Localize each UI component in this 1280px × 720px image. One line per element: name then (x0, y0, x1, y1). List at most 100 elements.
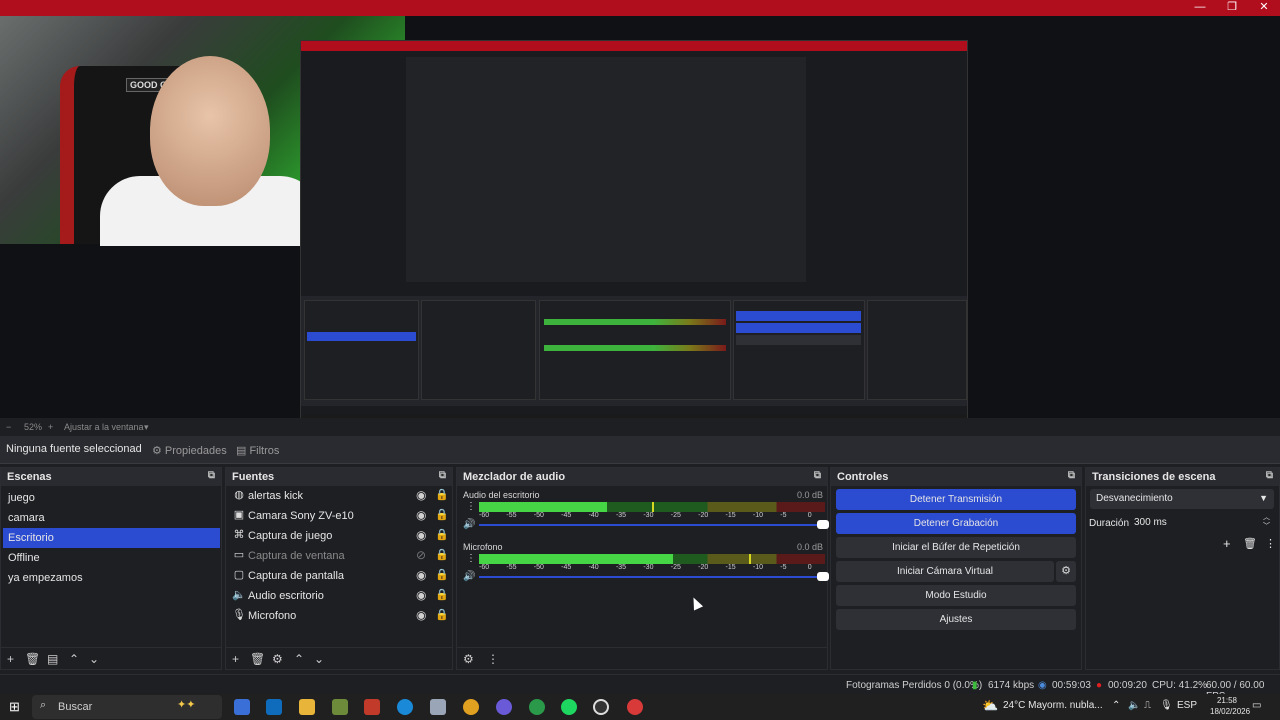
speaker-icon[interactable]: 🔊 (463, 519, 475, 530)
settings-button[interactable]: Ajustes (836, 609, 1076, 630)
restore-icon[interactable]: ❐ (1216, 0, 1248, 16)
move-down-icon[interactable]: ⌄ (89, 652, 99, 666)
move-up-icon[interactable]: ⌃ (69, 652, 79, 666)
fit-dropdown-icon[interactable]: ▾ (144, 422, 149, 433)
transition-select[interactable]: Desvanecimiento ▼ (1090, 489, 1274, 509)
lock-icon[interactable]: 🔒 (435, 588, 449, 601)
mic-icon[interactable]: 🎙 (1160, 700, 1173, 711)
move-up-icon[interactable]: ⌃ (294, 652, 304, 666)
undock-icon[interactable]: ⧉ (208, 470, 215, 481)
scene-item-ya-empezamos[interactable]: ya empezamos (3, 568, 220, 588)
taskbar-search[interactable]: ⌕ Buscar ✦✦ (32, 695, 222, 719)
source-item[interactable]: ◍ alertas kick ◉ 🔒 (228, 486, 449, 506)
source-item[interactable]: ▭ Captura de ventana ⊘ 🔒 (228, 546, 449, 566)
more-vertical-icon[interactable]: ⋮ (1265, 537, 1276, 550)
chrome-red-icon[interactable] (627, 699, 643, 715)
scene-item-camara[interactable]: camara (3, 508, 220, 528)
zoom-in-icon[interactable]: + (48, 422, 53, 432)
obs-icon[interactable] (593, 699, 609, 715)
fit-to-window[interactable]: Ajustar a la ventana (64, 422, 144, 432)
scene-item-escritorio[interactable]: Escritorio (3, 528, 220, 548)
lock-icon[interactable]: 🔒 (435, 608, 449, 621)
spotify-icon[interactable] (561, 699, 577, 715)
undock-icon[interactable]: ⧉ (814, 470, 821, 481)
lock-icon[interactable]: 🔒 (435, 528, 449, 541)
chevron-up-icon[interactable]: ⌃ (1112, 700, 1120, 711)
lock-icon[interactable]: 🔒 (435, 488, 449, 501)
weather-text[interactable]: 24°C Mayorm. nubla... (1003, 700, 1103, 711)
source-item[interactable]: 🎙 Microfono ◉ 🔒 (228, 606, 449, 626)
close-icon[interactable]: ✕ (1248, 0, 1280, 16)
weather-icon[interactable]: ⛅ (982, 698, 998, 714)
virtual-camera-button[interactable]: Iniciar Cámara Virtual (836, 561, 1054, 582)
filters-button[interactable]: ▤ Filtros (228, 441, 287, 459)
advanced-audio-icon[interactable]: ⚙ (463, 652, 474, 666)
gear-icon[interactable]: ⚙ (1056, 561, 1076, 582)
search-placeholder: Buscar (58, 701, 93, 713)
source-item[interactable]: ▢ Captura de pantalla ◉ 🔒 (228, 566, 449, 586)
copilot-icon[interactable] (234, 699, 250, 715)
eye-icon[interactable]: ◉ (416, 588, 426, 602)
zoom-out-icon[interactable]: − (6, 422, 11, 432)
eye-icon[interactable]: ◉ (416, 528, 426, 542)
speaker-icon[interactable]: 🔊 (463, 571, 475, 582)
language-indicator[interactable]: ESP (1177, 700, 1197, 711)
slider-knob[interactable] (817, 520, 829, 529)
stop-recording-button[interactable]: Detener Grabación (836, 513, 1076, 534)
winrar-icon[interactable] (364, 699, 380, 715)
undock-icon[interactable]: ⧉ (1266, 470, 1273, 481)
notification-icon[interactable]: ▭ (1252, 700, 1261, 711)
source-item[interactable]: 🔈 Audio escritorio ◉ 🔒 (228, 586, 449, 606)
add-icon[interactable]: + (7, 652, 14, 666)
eye-icon[interactable]: ◉ (416, 608, 426, 622)
eye-hidden-icon[interactable]: ⊘ (416, 548, 426, 562)
slider-knob[interactable] (817, 572, 829, 581)
add-icon[interactable]: + (1223, 536, 1231, 551)
trash-icon[interactable]: 🗑 (25, 652, 40, 666)
edge-icon[interactable] (397, 699, 413, 715)
source-item[interactable]: ⌘ Captura de juego ◉ 🔒 (228, 526, 449, 546)
speaker-icon[interactable]: 🔈 (1128, 700, 1140, 711)
scene-item-offline[interactable]: Offline (3, 548, 220, 568)
more-vertical-icon[interactable]: ⋮ (466, 501, 476, 512)
add-icon[interactable]: + (232, 652, 239, 666)
eye-icon[interactable]: ◉ (416, 568, 426, 582)
stepper-icon[interactable]: ︿ ﹀ (1263, 513, 1270, 531)
minimize-icon[interactable]: — (1184, 0, 1216, 16)
more-vertical-icon[interactable]: ⋮ (466, 553, 476, 564)
notepad-icon[interactable] (430, 699, 446, 715)
properties-button[interactable]: ⚙ Propiedades (144, 441, 235, 459)
stop-stream-button[interactable]: Detener Transmisión (836, 489, 1076, 510)
minecraft-icon[interactable] (332, 699, 348, 715)
eye-icon[interactable]: ◉ (416, 488, 426, 502)
windows-start-icon[interactable]: ⊞ (9, 699, 20, 715)
replay-buffer-button[interactable]: Iniciar el Búfer de Repetición (836, 537, 1076, 558)
move-down-icon[interactable]: ⌄ (314, 652, 324, 666)
source-item[interactable]: ▣ Camara Sony ZV-e10 ◉ 🔒 (228, 506, 449, 526)
duration-input[interactable]: 300 ms ︿ ﹀ (1130, 513, 1274, 533)
taskbar-clock[interactable]: 21:58 18/02/2026 (1210, 695, 1250, 717)
lock-icon[interactable]: 🔒 (435, 548, 449, 561)
scene-item-juego[interactable]: juego (3, 488, 220, 508)
usb-icon[interactable]: ⎍ (1144, 700, 1151, 711)
lock-icon[interactable]: 🔒 (435, 508, 449, 521)
studio-mode-button[interactable]: Modo Estudio (836, 585, 1076, 606)
scale-tick: -40 (588, 512, 599, 519)
trash-icon[interactable]: 🗑 (250, 652, 265, 666)
outlook-icon[interactable] (266, 699, 282, 715)
chrome-icon[interactable] (463, 699, 479, 715)
volume-slider[interactable] (479, 572, 829, 581)
discord-icon[interactable] (496, 699, 512, 715)
gear-icon[interactable]: ⚙ (272, 652, 283, 666)
undock-icon[interactable]: ⧉ (439, 470, 446, 481)
undock-icon[interactable]: ⧉ (1068, 470, 1075, 481)
chrome-profile-icon[interactable] (529, 699, 545, 715)
file-explorer-icon[interactable] (299, 699, 315, 715)
filter-icon[interactable]: ▤ (47, 652, 58, 666)
lock-icon[interactable]: 🔒 (435, 568, 449, 581)
eye-icon[interactable]: ◉ (416, 508, 426, 522)
more-vertical-icon[interactable]: ⋮ (487, 652, 499, 666)
volume-slider[interactable] (479, 520, 829, 529)
preview-canvas[interactable]: GOOD GAME (0, 16, 1280, 430)
trash-icon[interactable]: 🗑 (1243, 537, 1257, 550)
